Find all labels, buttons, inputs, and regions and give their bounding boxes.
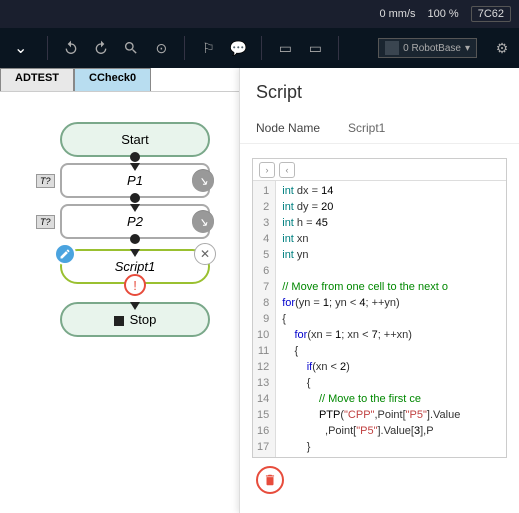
- speed-readout: 0 mm/s: [379, 8, 415, 20]
- script-panel: Script Node Name › ‹ 1234567891011121314…: [239, 68, 519, 513]
- panel-title: Script: [240, 68, 519, 113]
- script-node[interactable]: ✕ Script1 !: [60, 249, 210, 284]
- base-icon: [385, 41, 399, 55]
- start-node[interactable]: Start: [60, 122, 210, 157]
- code-nav-left-icon[interactable]: ‹: [279, 162, 295, 178]
- node-arrow-icon[interactable]: ↘: [192, 211, 214, 233]
- status-bar: 0 mm/s 100 % 7C62: [0, 0, 519, 28]
- panel2-icon[interactable]: ▭: [304, 37, 326, 59]
- comment-icon[interactable]: 💬: [227, 37, 249, 59]
- warning-icon[interactable]: !: [124, 274, 146, 296]
- line-gutter: 12345678910111213141516171819: [253, 181, 276, 457]
- code-readout: 7C62: [471, 6, 511, 22]
- flow-panel: ADTEST CCheck0 Start T? P1 ⋯ ↘ T? P2 ⋯ ↘: [0, 68, 239, 513]
- node-name-input[interactable]: [348, 121, 503, 135]
- edit-icon[interactable]: [54, 243, 76, 265]
- settings-icon[interactable]: ⚙: [491, 37, 513, 59]
- trash-icon: [263, 473, 277, 487]
- tab-adtest[interactable]: ADTEST: [0, 68, 74, 91]
- panel1-icon[interactable]: ▭: [274, 37, 296, 59]
- node-arrow-icon[interactable]: ↘: [192, 170, 214, 192]
- point-node-p1[interactable]: T? P1 ⋯ ↘: [60, 163, 210, 198]
- stop-icon: [114, 316, 124, 326]
- code-nav-right-icon[interactable]: ›: [259, 162, 275, 178]
- point-node-p2[interactable]: T? P2 ⋯ ↘: [60, 204, 210, 239]
- stop-node[interactable]: Stop: [60, 302, 210, 337]
- menu-dropdown[interactable]: ⌄: [6, 34, 35, 62]
- point-icon[interactable]: ⚐: [197, 37, 219, 59]
- zoom-in-icon[interactable]: [120, 37, 142, 59]
- code-lines[interactable]: int dx = 14 int dy = 20 int h = 45 int x…: [276, 181, 466, 457]
- main-toolbar: ⌄ ⊙ ⚐ 💬 ▭ ▭ 0 RobotBase ▾ ⚙: [0, 28, 519, 68]
- tab-ccheck0[interactable]: CCheck0: [74, 68, 151, 91]
- zoom-fit-icon[interactable]: ⊙: [150, 37, 172, 59]
- zoom-readout: 100 %: [428, 8, 459, 20]
- delete-button[interactable]: [256, 466, 284, 494]
- redo-icon[interactable]: [90, 37, 112, 59]
- node-name-label: Node Name: [256, 121, 332, 135]
- code-editor[interactable]: › ‹ 12345678910111213141516171819 int dx…: [252, 158, 507, 458]
- close-icon[interactable]: ✕: [194, 243, 216, 265]
- undo-icon[interactable]: [60, 37, 82, 59]
- base-selector[interactable]: 0 RobotBase ▾: [378, 38, 477, 58]
